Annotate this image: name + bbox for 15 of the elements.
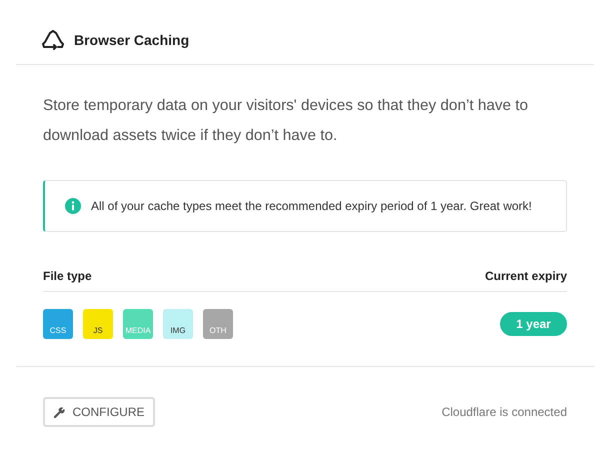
- wrench-icon: [54, 406, 64, 418]
- section-title: Browser Caching: [74, 32, 190, 48]
- column-header: File type: [43, 269, 92, 283]
- notice-text: All of your cache types meet the recommended expiry period of 1 year. Great work!: [91, 199, 532, 213]
- file-type-tag: IMG: [163, 309, 193, 339]
- description-text: Store temporary data on your visitors' devices so that they don’t have to download assets twice if they don’t have to.: [43, 96, 530, 146]
- file-type-tag: CSS: [43, 309, 73, 339]
- info-icon: [65, 198, 81, 214]
- file-type-tag: JS: [83, 309, 113, 339]
- connection-status: Cloudflare is connected: [442, 405, 567, 419]
- file-type-tag: MEDIA: [123, 309, 153, 339]
- expiry-pill: 1 year: [500, 312, 567, 336]
- configure-button[interactable]: CONFIGURE: [43, 397, 155, 427]
- file-type-tag: OTH: [203, 309, 233, 339]
- column-header: Current expiry: [484, 269, 567, 283]
